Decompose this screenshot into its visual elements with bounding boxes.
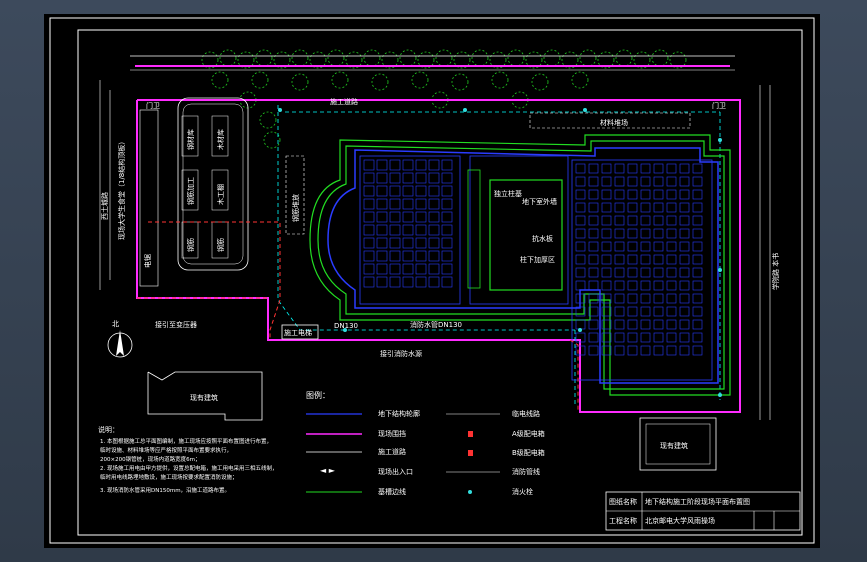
label-existing-left: 现有建筑 [190,393,218,402]
label-gate-bottom: 施工电梯 [284,328,312,337]
legend-item-6: A级配电箱 [512,429,545,438]
notes-line-5: 3. 现场消防水管采用DN150mm，沿施工道路布置。 [100,486,230,494]
notes-line-4: 临时用电线路埋地敷设，施工现场按要求配置消防设施； [100,473,238,481]
cad-viewport[interactable]: 门卫 门卫 施工道路 材料堆场 独立柱基 地下室外墙 抗水板 柱下加厚区 接引至… [0,0,867,562]
svg-text:◄ ►: ◄ ► [320,466,336,475]
notes-line-0: 1. 本图根据施工总平面图编制，施工现场应按照平面布置图进行布置， [100,437,272,445]
label-power-line: 接引至变压器 [155,320,197,329]
label-rebar3: 钢筋 [216,238,225,252]
label-wall: 地下室外墙 [522,197,557,206]
title-drawing-name: 地下结构施工阶段现场平面布置图 [645,497,750,506]
label-rebar: 电锯 [143,254,152,268]
title-project-label: 工程名称 [609,516,637,525]
label-left-street: 西土城路 [100,192,109,220]
title-project-name: 北京邮电大学风雨操场 [645,516,715,525]
label-gate-right: 门卫 [712,101,726,110]
legend-item-3: 现场出入口 [378,467,413,476]
label-dm3: DN130 [438,321,462,329]
legend-item-5: 临电线路 [512,409,540,418]
label-north: 北 [112,320,119,328]
label-dewater: 柱下加厚区 [520,255,555,264]
title-drawing-label: 图纸名称 [609,497,637,506]
label-existing-right: 现有建筑 [660,441,688,450]
label-slab: 抗水板 [532,234,553,243]
legend-item-1: 现场围挡 [378,429,406,438]
legend-item-9: 消火栓 [512,487,533,496]
label-fire-line: 接引消防水源 [380,349,422,358]
drawing-canvas[interactable]: 门卫 门卫 施工道路 材料堆场 独立柱基 地下室外墙 抗水板 柱下加厚区 接引至… [0,0,867,562]
notes-title: 说明： [98,425,119,434]
legend-item-4: 基槽边线 [378,487,406,496]
notes-line-1: 临时设施、材料堆场等应严格按照平面布置要求执行， [100,446,232,454]
notes-line-2: 200×200钢管桩，现场内道路宽度6m； [100,455,200,463]
legend-item-8: 消防管线 [512,467,540,476]
label-dm1: DN130 [334,322,358,330]
label-warehouse2: 木材库 [216,129,225,150]
legend-title: 图例： [306,390,330,400]
label-column: 独立柱基 [494,189,522,198]
label-temp-storage: 钢筋堆放 [291,194,300,222]
label-watchtower: 门卫 [146,101,160,110]
notes-line-3: 2. 现场施工用电由甲方提供，设置总配电箱，施工用电采用三相五线制， [100,464,278,472]
label-right-street: 学院路 本书 [771,253,780,290]
label-dm2: 消防水管 [410,320,438,329]
legend-item-2: 施工道路 [378,447,406,456]
label-rebar2: 钢筋 [186,238,195,252]
legend-item-7: B级配电箱 [512,448,545,457]
label-warehouse4: 木工棚 [216,184,225,205]
legend-item-0: 地下结构轮廓 [378,409,420,418]
label-warehouse3: 钢筋加工 [186,177,195,205]
label-storage-top: 材料堆场 [600,118,628,127]
label-warehouse1: 钢材库 [186,129,195,150]
label-road-top: 施工道路 [330,97,358,106]
label-office-vertical: 现场大学生食堂（1/8结构顶板） [117,138,126,240]
